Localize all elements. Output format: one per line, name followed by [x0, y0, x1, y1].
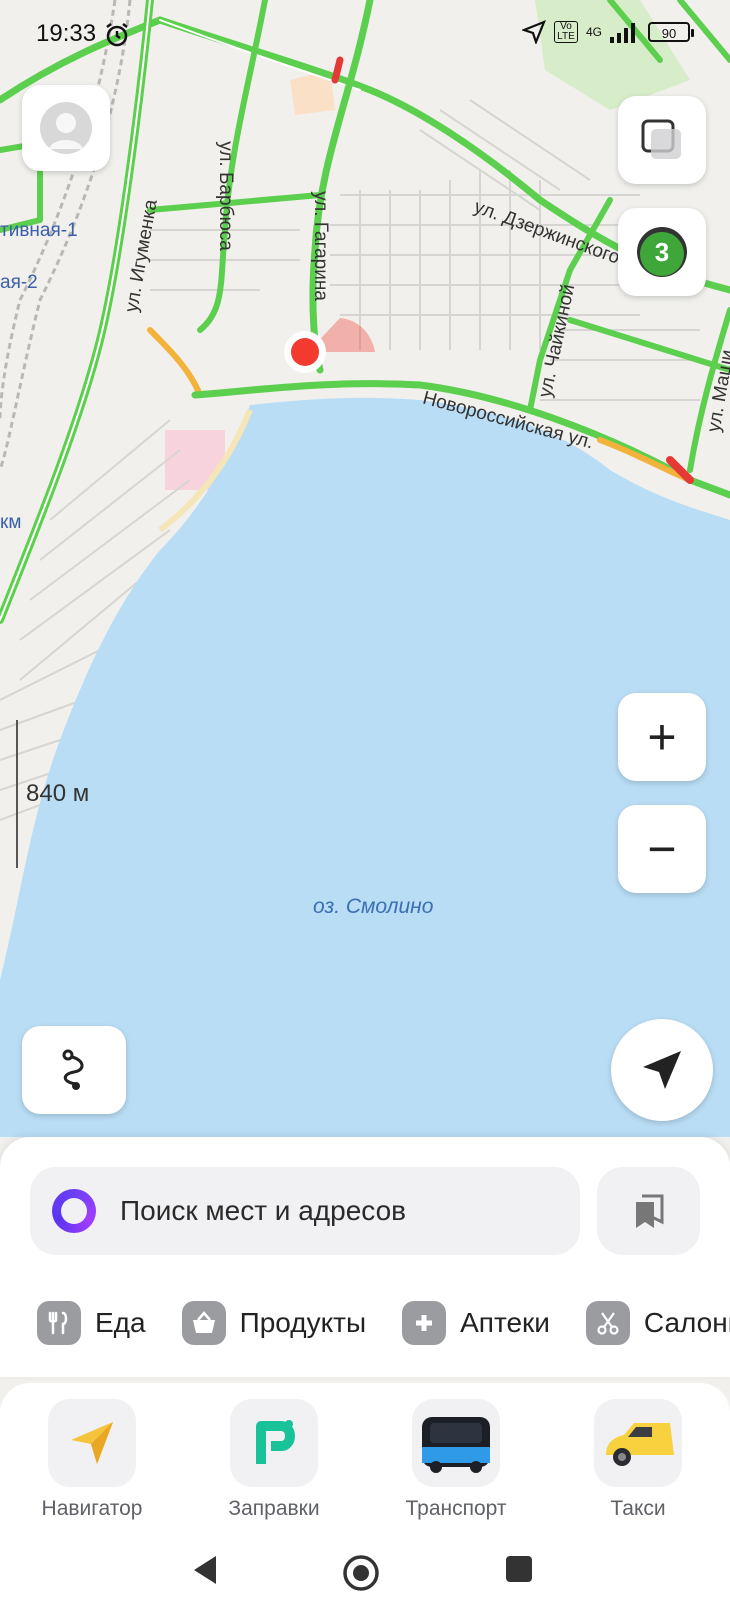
recents-icon[interactable] [504, 1554, 534, 1584]
scale-label: 840 м [26, 780, 90, 807]
signal-icon [610, 23, 635, 43]
pharmacy-cross-icon [402, 1301, 447, 1345]
network-type: 4G [585, 25, 602, 39]
category-salons[interactable]: Салоны [585, 1301, 730, 1345]
back-icon[interactable] [190, 1554, 220, 1586]
bookmarks-icon [635, 1194, 663, 1228]
fuel-icon [230, 1399, 318, 1487]
search-sheet: Поиск мест и адресов Еда Продукты Аптеки [0, 1137, 730, 1377]
street-label-barbusa: ул. Барбюса [214, 141, 236, 251]
location-status-icon [521, 20, 546, 44]
category-label: Салоны [643, 1307, 730, 1338]
fork-knife-icon [37, 1301, 81, 1345]
services-bar: Навигатор Заправки Транспорт Такси [0, 1383, 730, 1530]
taxi-icon [594, 1399, 682, 1487]
map-label-station-2: ая-2 [0, 272, 38, 293]
avatar-icon [40, 102, 92, 154]
status-bar: 19:33 Vo LTE 4G 90 [0, 0, 730, 70]
app-label: Такси [610, 1497, 666, 1520]
scissors-icon [585, 1301, 630, 1345]
traffic-button[interactable]: 3 [618, 208, 706, 296]
battery-icon: 90 [648, 22, 694, 42]
plus-icon: + [647, 709, 677, 765]
route-icon [62, 1049, 84, 1090]
status-time: 19:33 [36, 20, 97, 47]
category-label: Аптеки [460, 1307, 550, 1338]
app-navigator[interactable]: Навигатор [22, 1399, 162, 1521]
minus-icon: − [647, 821, 677, 877]
search-field[interactable]: Поиск мест и адресов [30, 1167, 580, 1255]
app-label: Транспорт [405, 1497, 507, 1520]
profile-button[interactable] [22, 85, 110, 171]
app-taxi[interactable]: Такси [568, 1399, 708, 1521]
location-arrow-icon [643, 1051, 681, 1089]
layers-icon [641, 119, 681, 159]
category-bar: Еда Продукты Аптеки Салоны [0, 1293, 730, 1353]
lake-label: оз. Смолино [313, 895, 434, 918]
basket-icon [181, 1301, 226, 1345]
street-label-gagarina: ул. Гагарина [309, 191, 331, 301]
alice-icon[interactable] [52, 1189, 96, 1233]
map-label-km: км [0, 512, 22, 533]
category-pharmacy[interactable]: Аптеки [402, 1301, 550, 1345]
system-nav-bar [0, 1530, 730, 1622]
app-fuel[interactable]: Заправки [204, 1399, 344, 1521]
bus-icon [412, 1399, 500, 1487]
alarm-icon [106, 23, 128, 47]
zoom-in-button[interactable]: + [618, 693, 706, 781]
route-button[interactable] [22, 1026, 126, 1114]
home-icon[interactable] [342, 1554, 380, 1592]
category-groceries[interactable]: Продукты [181, 1301, 367, 1345]
app-transport[interactable]: Транспорт [386, 1399, 526, 1521]
app-label: Навигатор [41, 1497, 143, 1520]
battery-level: 90 [661, 26, 677, 41]
scale-bar [16, 720, 18, 868]
layers-button[interactable] [618, 96, 706, 184]
navigator-icon [48, 1399, 136, 1487]
zoom-out-button[interactable]: − [618, 805, 706, 893]
volte-icon: Vo LTE [553, 21, 578, 43]
app-label: Заправки [228, 1497, 320, 1520]
map-label-station-1: тивная-1 [0, 220, 78, 241]
bookmarks-button[interactable] [597, 1167, 700, 1255]
traffic-level-badge: 3 [654, 236, 670, 267]
search-placeholder: Поиск мест и адресов [120, 1195, 407, 1226]
category-label: Продукты [239, 1307, 367, 1338]
category-label: Еда [95, 1307, 146, 1338]
my-location-button[interactable] [611, 1019, 713, 1121]
category-food[interactable]: Еда [37, 1301, 146, 1345]
